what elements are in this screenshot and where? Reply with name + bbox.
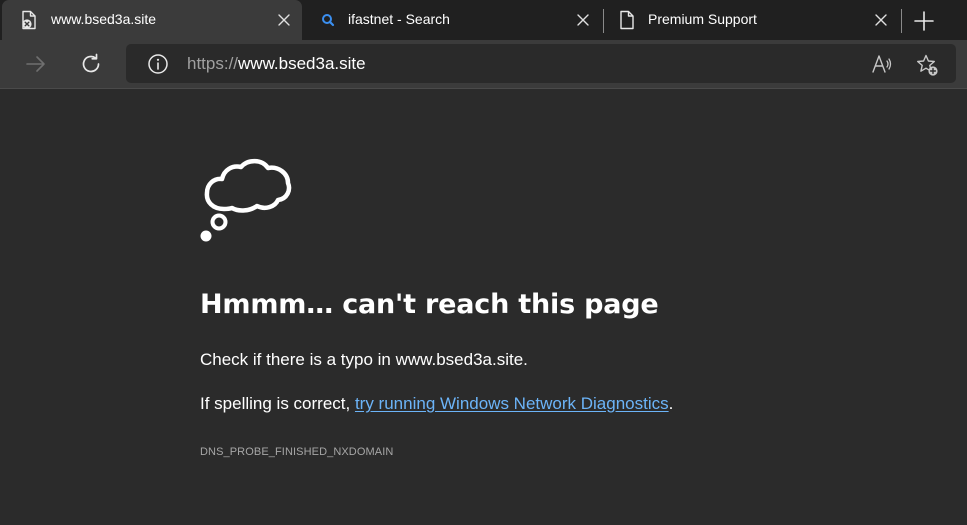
arrow-right-icon <box>26 56 45 72</box>
refresh-icon <box>82 53 100 73</box>
url-scheme: https:// <box>187 54 239 73</box>
network-diagnostics-link[interactable]: try running Windows Network Diagnostics <box>355 394 669 413</box>
tab-ifastnet-search[interactable]: ifastnet - Search <box>302 0 602 40</box>
tab-title: www.bsed3a.site <box>51 11 157 27</box>
url-host: www.bsed3a.site <box>238 54 366 73</box>
new-tab-button[interactable] <box>913 10 935 32</box>
diagnostics-suffix: . <box>668 394 674 413</box>
tab-title: ifastnet - Search <box>348 11 450 27</box>
tab-premium-support[interactable]: Premium Support <box>604 0 898 40</box>
page-error-icon <box>18 9 40 31</box>
url-text[interactable]: https://www.bsed3a.site <box>187 54 366 74</box>
browser-window: www.bsed3a.site ifastnet - Search Premiu… <box>0 0 967 525</box>
page-icon <box>616 9 638 31</box>
search-icon <box>318 9 340 31</box>
error-heading: Hmmm… can't reach this page <box>200 289 659 320</box>
read-aloud-icon[interactable] <box>871 53 893 75</box>
tab-separator <box>901 9 902 33</box>
close-icon[interactable] <box>873 12 889 28</box>
toolbar: https://www.bsed3a.site <box>0 40 967 89</box>
plus-icon <box>914 11 934 31</box>
add-favorite-icon[interactable] <box>915 53 939 77</box>
error-code: DNS_PROBE_FINISHED_NXDOMAIN <box>200 446 394 458</box>
error-page: Hmmm… can't reach this page Check if the… <box>0 89 967 525</box>
typo-hint: Check if there is a typo in www.bsed3a.s… <box>200 350 528 369</box>
thought-cloud-icon <box>198 152 294 244</box>
info-icon[interactable] <box>147 53 169 75</box>
diagnostics-hint: If spelling is correct, try running Wind… <box>200 394 673 414</box>
diagnostics-prefix: If spelling is correct, <box>200 394 355 413</box>
tab-bsed3a[interactable]: www.bsed3a.site <box>2 0 302 40</box>
close-icon[interactable] <box>276 12 292 28</box>
forward-button[interactable] <box>24 52 48 76</box>
close-icon[interactable] <box>575 12 591 28</box>
refresh-button[interactable] <box>79 52 103 76</box>
tab-strip: www.bsed3a.site ifastnet - Search Premiu… <box>0 0 967 40</box>
address-bar[interactable]: https://www.bsed3a.site <box>126 44 956 83</box>
tab-title: Premium Support <box>648 11 757 27</box>
